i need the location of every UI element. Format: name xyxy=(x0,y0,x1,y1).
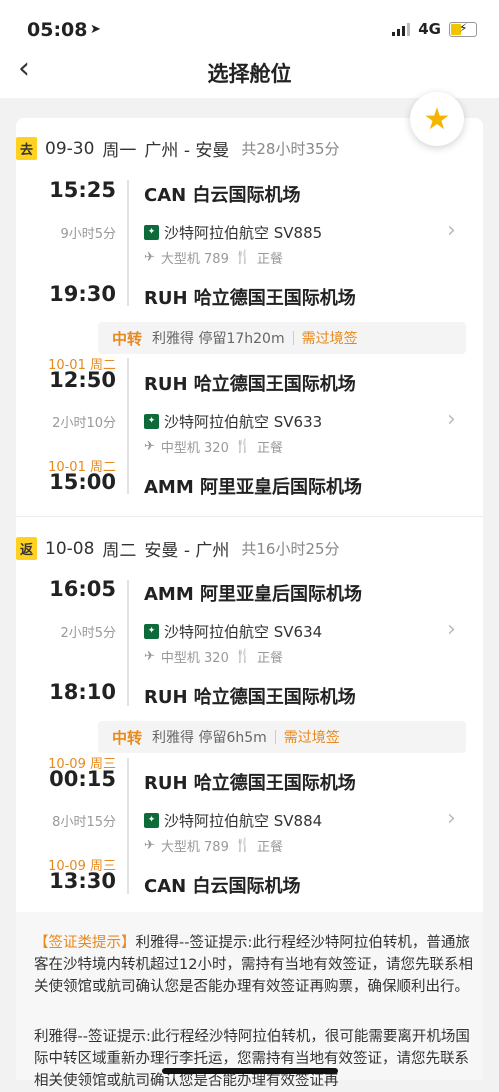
plane-icon: ✈ xyxy=(144,838,155,853)
flight-row[interactable]: ✦ 沙特阿拉伯航空 SV885 xyxy=(144,222,322,243)
outbound-date: 09-30 xyxy=(45,138,95,159)
arr-time: 13:30 xyxy=(49,869,116,893)
aircraft-type: 中型机 320 xyxy=(160,651,229,666)
plane-icon: ✈ xyxy=(144,649,155,664)
visa-tips-panel: 【签证类提示】利雅得--签证提示:此行程经沙特阿拉伯转机，普通旅客在沙特境内转机… xyxy=(16,912,483,1089)
arr-airport: CAN 白云国际机场 xyxy=(144,876,301,897)
flight-duration: 8小时15分 xyxy=(52,815,116,830)
meal: 正餐 xyxy=(257,651,284,666)
transfer-label: 中转 xyxy=(112,329,143,348)
flight-row[interactable]: ✦ 沙特阿拉伯航空 SV634 xyxy=(144,621,322,642)
arr-time: 15:00 xyxy=(49,470,116,494)
plane-info: ✈ 大型机 789 🍴 正餐 xyxy=(144,248,283,267)
transfer-stop: 利雅得 停留17h20m xyxy=(152,331,285,347)
visa-tip-1: 【签证类提示】利雅得--签证提示:此行程经沙特阿拉伯转机，普通旅客在沙特境内转机… xyxy=(34,932,474,998)
tip-label: 【签证类提示】 xyxy=(34,935,136,951)
return-header: 返 10-08 周二 安曼 - 广州 共16小时25分 xyxy=(16,536,340,561)
arr-airport: AMM 阿里亚皇后国际机场 xyxy=(144,477,363,498)
transfer-visa: 需过境签 xyxy=(283,730,340,746)
timeline-line xyxy=(127,180,129,306)
flight-row[interactable]: ✦ 沙特阿拉伯航空 SV884 xyxy=(144,810,322,831)
aircraft-type: 大型机 789 xyxy=(160,252,229,267)
outbound-weekday: 周一 xyxy=(102,141,137,161)
timeline-line xyxy=(127,758,129,894)
dep-airport: RUH 哈立德国王国际机场 xyxy=(144,773,356,794)
plane-info: ✈ 中型机 320 🍴 正餐 xyxy=(144,437,283,456)
return-route: 安曼 - 广州 xyxy=(144,541,230,561)
chevron-right-icon[interactable]: › xyxy=(447,806,456,831)
favorite-star-button[interactable]: ★ xyxy=(410,92,464,146)
saudia-logo-icon: ✦ xyxy=(144,813,159,828)
outbound-tag: 去 xyxy=(16,137,38,160)
location-arrow-icon: ➤ xyxy=(90,22,101,37)
nav-bar: ‹ 选择舱位 xyxy=(0,48,499,98)
flight-duration: 9小时5分 xyxy=(60,227,116,242)
star-icon: ★ xyxy=(423,101,451,137)
outbound-header: 去 09-30 周一 广州 - 安曼 共28小时35分 xyxy=(16,136,340,161)
meal-icon: 🍴 xyxy=(234,439,252,454)
chevron-right-icon[interactable]: › xyxy=(447,617,456,642)
return-date: 10-08 xyxy=(45,538,95,559)
status-bar: 05:08 ➤ 4G ⚡ xyxy=(0,0,499,48)
airline-flight: 沙特阿拉伯航空 SV885 xyxy=(164,224,323,242)
outbound-total: 共28小时35分 xyxy=(241,140,340,158)
meal-icon: 🍴 xyxy=(234,649,252,664)
plane-info: ✈ 中型机 320 🍴 正餐 xyxy=(144,647,283,666)
transfer-stop: 利雅得 停留6h5m xyxy=(152,730,267,746)
plane-icon: ✈ xyxy=(144,439,155,454)
dep-airport: AMM 阿里亚皇后国际机场 xyxy=(144,584,363,605)
battery-icon: ⚡ xyxy=(449,21,477,37)
chevron-right-icon[interactable]: › xyxy=(447,407,456,432)
signal-icon xyxy=(392,22,411,36)
transfer-banner: 中转 利雅得 停留17h20m 需过境签 xyxy=(98,322,466,354)
chevron-right-icon[interactable]: › xyxy=(447,218,456,243)
flight-duration: 2小时5分 xyxy=(60,626,116,641)
page-title: 选择舱位 xyxy=(207,62,292,86)
transfer-visa: 需过境签 xyxy=(301,331,358,347)
dep-airport: CAN 白云国际机场 xyxy=(144,185,301,206)
plane-icon: ✈ xyxy=(144,250,155,265)
arr-airport: RUH 哈立德国王国际机场 xyxy=(144,288,356,309)
network-label: 4G xyxy=(418,20,441,38)
dep-time: 16:05 xyxy=(49,577,116,601)
status-time: 05:08 xyxy=(27,19,88,41)
airline-flight: 沙特阿拉伯航空 SV633 xyxy=(164,413,323,431)
meal-icon: 🍴 xyxy=(234,838,252,853)
aircraft-type: 大型机 789 xyxy=(160,840,229,855)
flight-duration: 2小时10分 xyxy=(52,416,116,431)
section-divider xyxy=(16,516,483,517)
saudia-logo-icon: ✦ xyxy=(144,624,159,639)
timeline-line xyxy=(127,580,129,706)
return-weekday: 周二 xyxy=(102,541,137,561)
return-total: 共16小时25分 xyxy=(241,540,340,558)
meal: 正餐 xyxy=(257,840,284,855)
airline-flight: 沙特阿拉伯航空 SV634 xyxy=(164,623,323,641)
status-indicators: 4G ⚡ xyxy=(392,20,477,38)
plane-info: ✈ 大型机 789 🍴 正餐 xyxy=(144,836,283,855)
arr-time: 19:30 xyxy=(49,282,116,306)
visa-tip-2: 利雅得--签证提示:此行程经沙特阿拉伯转机，很可能需要离开机场国际中转区域重新办… xyxy=(34,1029,470,1089)
saudia-logo-icon: ✦ xyxy=(144,225,159,240)
saudia-logo-icon: ✦ xyxy=(144,414,159,429)
arr-airport: RUH 哈立德国王国际机场 xyxy=(144,687,356,708)
transfer-label: 中转 xyxy=(112,728,143,747)
meal: 正餐 xyxy=(257,441,284,456)
dep-time: 12:50 xyxy=(49,368,116,392)
meal: 正餐 xyxy=(257,252,284,267)
meal-icon: 🍴 xyxy=(234,250,252,265)
dep-airport: RUH 哈立德国王国际机场 xyxy=(144,374,356,395)
flight-row[interactable]: ✦ 沙特阿拉伯航空 SV633 xyxy=(144,411,322,432)
aircraft-type: 中型机 320 xyxy=(160,441,229,456)
dep-time: 00:15 xyxy=(49,767,116,791)
return-tag: 返 xyxy=(16,537,38,560)
airline-flight: 沙特阿拉伯航空 SV884 xyxy=(164,812,323,830)
timeline-line xyxy=(127,358,129,494)
transfer-banner: 中转 利雅得 停留6h5m 需过境签 xyxy=(98,721,466,753)
dep-time: 15:25 xyxy=(49,178,116,202)
outbound-route: 广州 - 安曼 xyxy=(144,141,230,161)
home-indicator xyxy=(162,1068,338,1074)
arr-time: 18:10 xyxy=(49,680,116,704)
